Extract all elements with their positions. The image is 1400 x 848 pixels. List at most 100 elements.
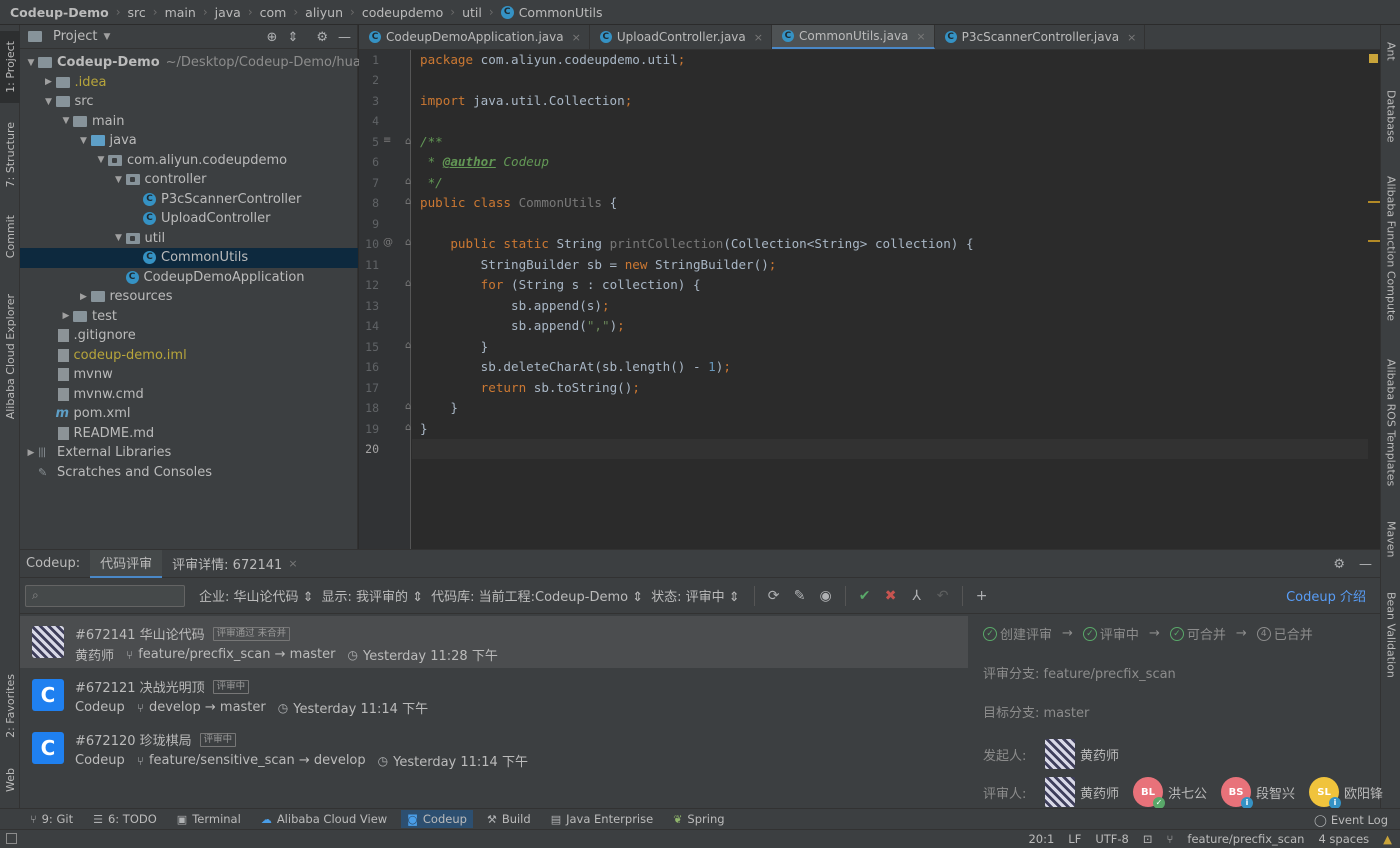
breadcrumb-item[interactable]: main: [165, 5, 196, 20]
tree-node[interactable]: C P3cScannerController: [20, 190, 358, 210]
ant-tool-tab[interactable]: Ant: [1381, 31, 1400, 71]
breadcrumb-item[interactable]: util: [462, 5, 482, 20]
tree-node[interactable]: C CommonUtils: [20, 248, 358, 268]
structure-tool-tab[interactable]: 7: Structure: [0, 115, 20, 195]
tree-node[interactable]: ▼ src: [20, 92, 358, 112]
caret-position[interactable]: 20:1: [1028, 832, 1054, 846]
close-icon[interactable]: ×: [288, 557, 297, 570]
fold-icon[interactable]: ⌂: [405, 278, 411, 289]
fold-icon[interactable]: ⌂: [405, 401, 411, 412]
reviewer[interactable]: 黄药师: [1045, 777, 1119, 807]
review-item[interactable]: C #672121 决战光明顶 评审中 Codeup ⑂ develop → master…: [20, 669, 968, 721]
fold-icon[interactable]: ⌂: [405, 176, 411, 187]
breadcrumb-item[interactable]: com: [260, 5, 287, 20]
collapse-arrow-icon[interactable]: ▶: [59, 311, 73, 321]
tool-window-spring[interactable]: ❦ Spring: [673, 812, 724, 826]
breadcrumb-item[interactable]: src: [128, 5, 146, 20]
tree-node[interactable]: ▼ com.aliyun.codeupdemo: [20, 151, 358, 171]
git-branch-icon[interactable]: ⑂: [1167, 832, 1174, 846]
edit-icon[interactable]: ✎: [787, 588, 813, 604]
file-encoding[interactable]: UTF-8: [1095, 832, 1129, 846]
tool-window-cloud[interactable]: ☁ Alibaba Cloud View: [261, 812, 387, 826]
breadcrumb-item[interactable]: Codeup-Demo: [10, 5, 109, 20]
indent-setting[interactable]: 4 spaces: [1318, 832, 1369, 846]
eye-icon[interactable]: ◉: [813, 588, 839, 604]
tree-node[interactable]: ✎ Scratches and Consoles: [20, 463, 358, 483]
editor-tab[interactable]: C CommonUtils.java ×: [771, 25, 935, 49]
breadcrumb-item[interactable]: codeupdemo: [362, 5, 443, 20]
notifications-icon[interactable]: ▲: [1383, 832, 1392, 846]
commit-tool-tab[interactable]: Commit: [0, 207, 20, 267]
collapse-arrow-icon[interactable]: ▶: [77, 292, 91, 302]
tree-node[interactable]: C CodeupDemoApplication: [20, 268, 358, 288]
minimize-icon[interactable]: —: [338, 30, 351, 45]
tree-node[interactable]: README.md: [20, 424, 358, 444]
editor-tab[interactable]: C P3cScannerController.java ×: [935, 25, 1146, 49]
reviewer[interactable]: BL ✓ 洪七公: [1133, 777, 1207, 809]
line-separator[interactable]: LF: [1068, 832, 1081, 846]
show-filter[interactable]: 显示: 我评审的 ⇕: [322, 586, 424, 605]
reject-icon[interactable]: ✖: [878, 588, 904, 604]
tree-node[interactable]: ▶ resources: [20, 287, 358, 307]
code-editor[interactable]: package com.aliyun.codeupdemo.util; impo…: [412, 50, 1368, 549]
ros-templates-tool-tab[interactable]: Alibaba ROS Templates: [1381, 353, 1400, 493]
fold-icon[interactable]: ⌂: [405, 340, 411, 351]
project-tool-tab[interactable]: 1: Project: [0, 31, 20, 103]
collapse-arrow-icon[interactable]: ▶: [42, 77, 56, 87]
close-icon[interactable]: ×: [572, 31, 581, 44]
expand-arrow-icon[interactable]: ▼: [59, 116, 73, 126]
alibaba-cloud-explorer-tab[interactable]: Alibaba Cloud Explorer: [0, 287, 20, 427]
favorites-tool-tab[interactable]: 2: Favorites: [0, 661, 20, 751]
tree-node[interactable]: ▼ java: [20, 131, 358, 151]
review-item[interactable]: C #672120 珍珑棋局 评审中 Codeup ⑂ feature/sensitive…: [20, 722, 968, 774]
doc-comment-icon[interactable]: ≡: [383, 135, 391, 146]
tree-node[interactable]: ▶ ||| External Libraries: [20, 443, 358, 463]
warning-marker-icon[interactable]: [1369, 54, 1378, 63]
scroll-marker[interactable]: [1368, 240, 1380, 242]
tree-node[interactable]: ▼ controller: [20, 170, 358, 190]
function-compute-tool-tab[interactable]: Alibaba Function Compute: [1381, 173, 1400, 325]
tree-node[interactable]: ▼ Codeup-Demo ~/Desktop/Codeup-Demo/huasha…: [20, 53, 393, 73]
tool-window-enterprise[interactable]: ▤ Java Enterprise: [551, 812, 654, 826]
tool-window-hammer[interactable]: ⚒ Build: [487, 812, 531, 826]
tool-window-codeup[interactable]: ◙ Codeup: [401, 810, 473, 828]
tree-node[interactable]: ▼ util: [20, 229, 358, 249]
fold-icon[interactable]: ⌂: [405, 422, 411, 433]
tool-window-git-branch[interactable]: ⑂ 9: Git: [30, 812, 73, 826]
scroll-marker[interactable]: [1368, 201, 1380, 203]
tree-node[interactable]: codeup-demo.iml: [20, 346, 358, 366]
collapse-all-icon[interactable]: ⇕: [287, 30, 298, 45]
codeup-intro-link[interactable]: Codeup 介绍: [1286, 586, 1366, 605]
maven-tool-tab[interactable]: Maven: [1381, 513, 1400, 565]
expand-arrow-icon[interactable]: ▼: [42, 97, 56, 107]
tab-code-review[interactable]: 代码评审: [90, 549, 163, 578]
gear-icon[interactable]: ⚙: [316, 30, 328, 45]
expand-arrow-icon[interactable]: ▼: [94, 155, 108, 165]
gear-icon[interactable]: ⚙: [1333, 557, 1345, 572]
expand-arrow-icon[interactable]: ▼: [112, 233, 126, 243]
undo-icon[interactable]: ↶: [930, 588, 956, 604]
tree-node[interactable]: mvnw: [20, 365, 358, 385]
bean-validation-tool-tab[interactable]: Bean Validation: [1381, 585, 1400, 685]
expand-arrow-icon[interactable]: ▼: [112, 175, 126, 185]
minimize-icon[interactable]: —: [1359, 557, 1372, 572]
breadcrumb-item[interactable]: CommonUtils: [519, 5, 603, 20]
project-panel-title[interactable]: Project: [53, 29, 97, 44]
close-icon[interactable]: ×: [754, 31, 763, 44]
layout-toggle-icon[interactable]: [6, 833, 17, 844]
status-filter[interactable]: 状态: 评审中 ⇕: [651, 586, 740, 605]
reviewer[interactable]: SL i 欧阳锋: [1309, 777, 1383, 809]
fold-icon[interactable]: ⌂: [405, 237, 411, 248]
review-search-input[interactable]: ⌕: [25, 584, 185, 607]
tree-node[interactable]: ▼ main: [20, 112, 358, 132]
reviewer[interactable]: BS i 段智兴: [1221, 777, 1295, 809]
editor-tab[interactable]: C UploadController.java ×: [590, 25, 772, 49]
initiator-person[interactable]: 黄药师: [1045, 739, 1119, 769]
refresh-icon[interactable]: ⟳: [761, 588, 787, 604]
enterprise-filter[interactable]: 企业: 华山论代码 ⇕: [199, 586, 314, 605]
tree-node[interactable]: ▶ .idea: [20, 73, 358, 93]
editor-tab[interactable]: C CodeupDemoApplication.java ×: [359, 25, 590, 49]
collapse-arrow-icon[interactable]: ▶: [24, 448, 38, 458]
fold-icon[interactable]: ⌂: [405, 136, 411, 147]
tree-node[interactable]: m pom.xml: [20, 404, 358, 424]
